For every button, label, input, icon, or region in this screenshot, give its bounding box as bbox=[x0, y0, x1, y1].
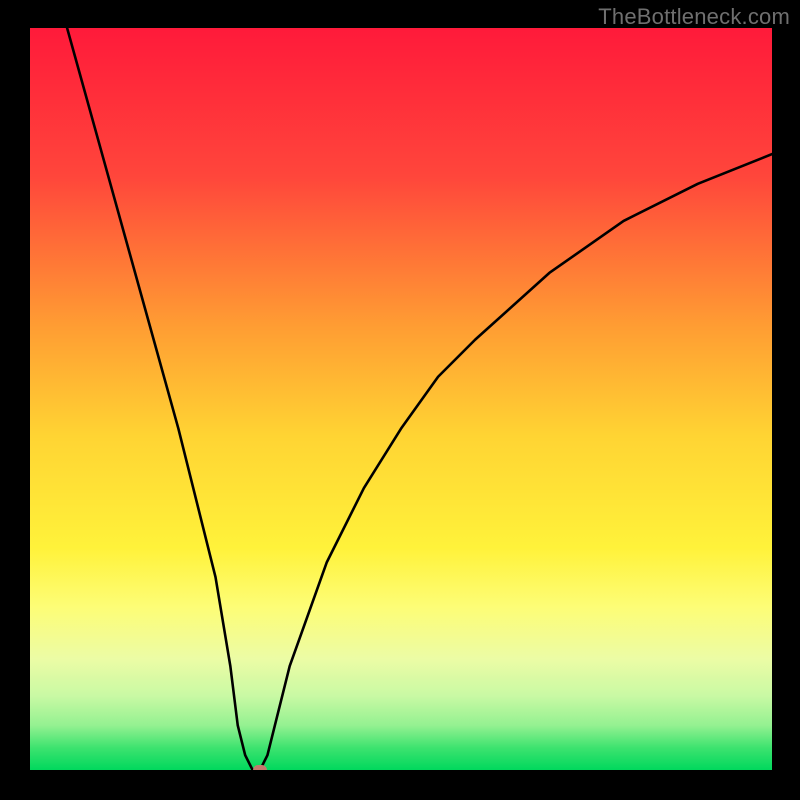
plot-area bbox=[30, 28, 772, 770]
chart-frame: TheBottleneck.com bbox=[0, 0, 800, 800]
highlight-marker bbox=[253, 765, 267, 770]
watermark-text: TheBottleneck.com bbox=[598, 4, 790, 30]
curve-line bbox=[30, 28, 772, 770]
